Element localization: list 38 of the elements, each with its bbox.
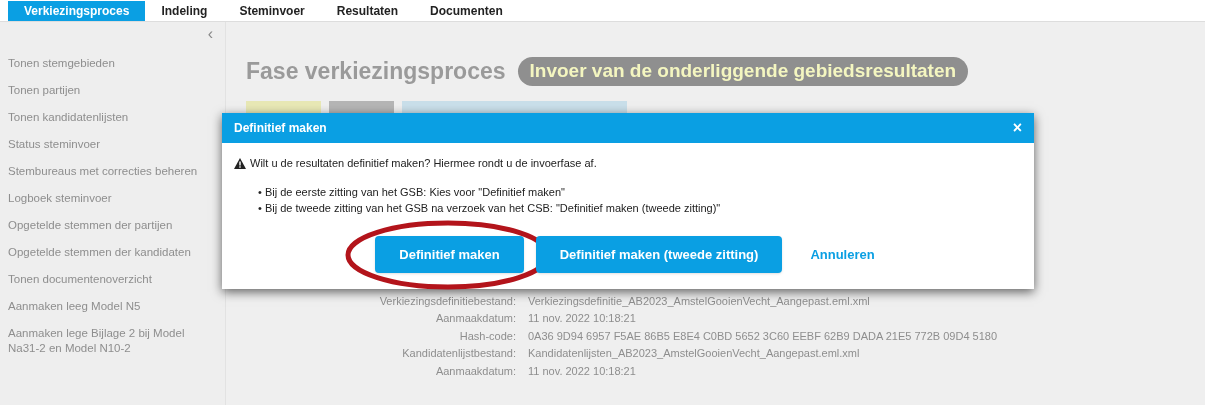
confirm-button[interactable]: Definitief maken — [375, 235, 524, 273]
nav-tab[interactable]: Documenten — [414, 1, 519, 21]
sidebar-item[interactable]: Tonen partijen — [8, 77, 225, 104]
phase-badge: Invoer van de onderliggende gebiedsresultaten — [517, 57, 969, 86]
dialog-message: Wilt u de resultaten definitief maken? Hiermee rondt u de invoerfase af. — [250, 156, 597, 171]
detail-value: 11 nov. 2022 10:18:21 — [528, 311, 637, 326]
detail-value: 0A36 9D94 6957 F5AE 86B5 E8E4 C0BD 5652 3C60 EEBF 62B9 DADA 21E5 772B 09D4 5180 — [528, 328, 999, 344]
sidebar-item[interactable]: Tonen kandidatenlijsten — [8, 104, 225, 131]
sidebar-item[interactable]: Stembureaus met correcties beheren — [8, 158, 225, 185]
nav-tab[interactable]: Resultaten — [320, 1, 415, 21]
sidebar-item[interactable]: Aanmaken leeg Model N5 — [8, 293, 225, 320]
detail-value: 11 nov. 2022 10:18:21 — [528, 363, 637, 379]
sidebar-item[interactable]: Logboek steminvoer — [8, 185, 225, 212]
detail-label: Aanmaakdatum: — [434, 363, 516, 379]
detail-label: Verkiezingsdefinitiebestand: — [378, 293, 516, 309]
detail-label: Kandidatenlijstbestand: — [401, 346, 516, 361]
sidebar-item[interactable]: Tonen stemgebieden — [8, 50, 225, 77]
collapse-icon[interactable]: ‹ — [207, 26, 213, 42]
detail-value: Kandidatenlijsten_AB2023_AmstelGooienVecht_Aangepast.eml.xml — [528, 346, 861, 361]
sidebar-item[interactable]: Status steminvoer — [8, 131, 225, 158]
bullet-text: • Bij de eerste zitting van het GSB: Kies voor "Definitief maken" — [258, 184, 566, 200]
page-title: Fase verkiezingsproces — [246, 57, 506, 86]
confirm-button[interactable]: Definitief maken (tweede zitting) — [535, 235, 783, 273]
detail-label: Aanmaakdatum: — [434, 311, 516, 326]
warning-icon — [234, 157, 246, 169]
dialog-title: Definitief maken — [234, 120, 327, 137]
sidebar-item[interactable]: Tonen documentenoverzicht — [8, 266, 225, 293]
nav-tab[interactable]: Steminvoer — [223, 1, 321, 21]
nav-tab[interactable]: Indeling — [145, 1, 224, 21]
nav-tab[interactable]: Verkiezingsproces — [8, 1, 146, 21]
sidebar-item[interactable]: Aanmaken lege Bijlage 2 bij Model Na31-2 en Model N10-2 — [8, 320, 225, 362]
detail-label: Hash-code: — [458, 328, 516, 344]
detail-value: Verkiezingsdefinitie_AB2023_AmstelGooienVecht_Aangepast.eml.xml — [528, 293, 871, 309]
bullet-text: • Bij de tweede zitting van het GSB na verzoek van het CSB: "Definitief maken (tweede zitting)" — [258, 200, 722, 216]
close-button[interactable]: × — [1012, 120, 1022, 136]
sidebar-item[interactable]: Opgetelde stemmen der kandidaten — [8, 239, 225, 266]
sidebar-item[interactable]: Opgetelde stemmen der partijen — [8, 212, 225, 239]
cancel-link[interactable]: Annuleren — [794, 235, 891, 273]
